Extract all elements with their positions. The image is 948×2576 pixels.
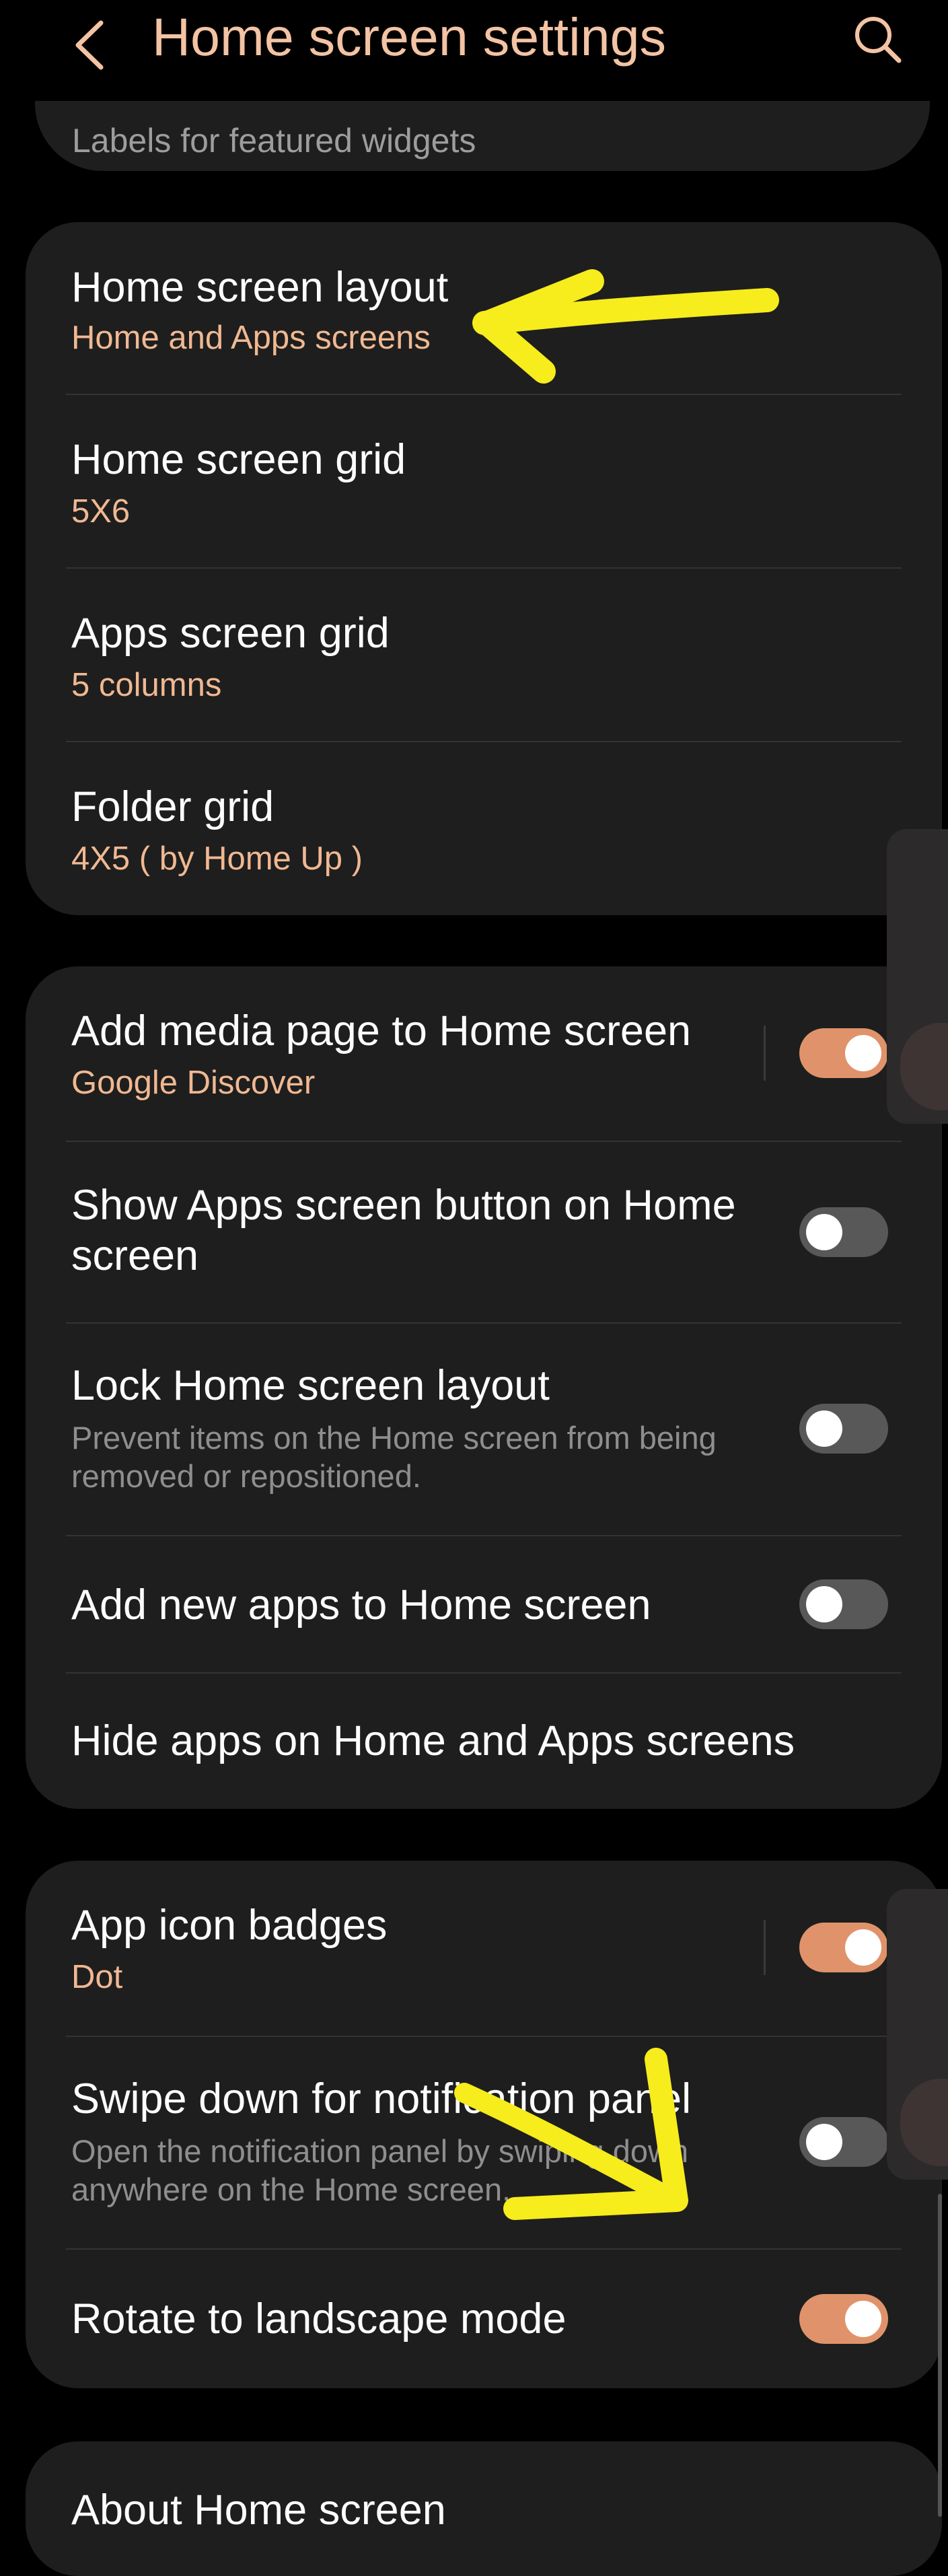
swipe-down-toggle[interactable]: [799, 2117, 888, 2167]
home-screen-grid-title: Home screen grid: [71, 436, 406, 483]
about-home-screen-item[interactable]: About Home screen: [26, 2441, 942, 2576]
chevron-left-icon: [75, 20, 104, 70]
toggle-knob: [845, 2301, 881, 2337]
app-icon-badges-toggle[interactable]: [799, 1923, 888, 1972]
search-icon: [855, 17, 902, 63]
scrollbar[interactable]: [938, 2194, 942, 2517]
apps-button-toggle[interactable]: [799, 1207, 888, 1257]
vertical-separator: [764, 1920, 766, 1975]
lock-layout-item[interactable]: Lock Home screen layout Prevent items on…: [26, 1324, 942, 1535]
toggle-knob: [806, 1586, 842, 1622]
toggle-knob: [806, 1214, 842, 1250]
swipe-down-description: Open the notification panel by swiping d…: [71, 2133, 689, 2207]
apps-button-item[interactable]: Show Apps screen button on Home screen: [26, 1142, 942, 1322]
edge-panel-handle[interactable]: [887, 829, 948, 1124]
about-card: About Home screen: [26, 2441, 942, 2576]
apps-screen-grid-item[interactable]: Apps screen grid 5 columns: [26, 569, 942, 741]
home-screen-layout-value: Home and Apps screens: [71, 320, 431, 356]
folder-grid-value: 4X5 ( by Home Up ): [71, 840, 363, 877]
rotate-landscape-toggle[interactable]: [799, 2294, 888, 2344]
apps-button-title-line1: Show Apps screen button on Home: [71, 1182, 736, 1229]
media-page-value: Google Discover: [71, 1065, 316, 1101]
rotate-landscape-item[interactable]: Rotate to landscape mode: [26, 2250, 942, 2388]
hide-apps-item[interactable]: Hide apps on Home and Apps screens: [26, 1674, 942, 1809]
layout-settings-card: Home screen layout Home and Apps screens…: [26, 222, 942, 915]
swipe-down-title: Swipe down for notification panel: [71, 2075, 692, 2122]
app-icon-badges-title: App icon badges: [71, 1902, 388, 1949]
app-icon-badges-item[interactable]: App icon badges Dot: [26, 1861, 942, 2036]
lock-layout-description: Prevent items on the Home screen from be…: [71, 1420, 717, 1494]
lock-layout-title: Lock Home screen layout: [71, 1362, 550, 1409]
add-new-apps-item[interactable]: Add new apps to Home screen: [26, 1536, 942, 1672]
swipe-down-item[interactable]: Swipe down for notification panel Open t…: [26, 2037, 942, 2248]
about-home-screen-title: About Home screen: [71, 2486, 446, 2534]
toggle-knob: [845, 1035, 881, 1071]
rotate-landscape-title: Rotate to landscape mode: [71, 2295, 567, 2342]
toggle-knob: [806, 1410, 842, 1447]
home-screen-layout-title: Home screen layout: [71, 264, 449, 311]
media-page-title: Add media page to Home screen: [71, 1007, 692, 1054]
search-button[interactable]: [848, 8, 908, 69]
home-screen-grid-value: 5X6: [71, 493, 131, 530]
misc-settings-card: App icon badges Dot Swipe down for notif…: [26, 1861, 942, 2388]
folder-grid-item[interactable]: Folder grid 4X5 ( by Home Up ): [26, 742, 942, 915]
home-screen-grid-item[interactable]: Home screen grid 5X6: [26, 395, 942, 567]
lock-layout-toggle[interactable]: [799, 1404, 888, 1454]
apps-button-title-line2: screen: [71, 1232, 199, 1279]
add-new-apps-title: Add new apps to Home screen: [71, 1581, 651, 1629]
app-icon-badges-value: Dot: [71, 1959, 123, 1995]
toggle-knob: [806, 2124, 842, 2160]
media-page-item[interactable]: Add media page to Home screen Google Dis…: [26, 966, 942, 1141]
media-page-toggle[interactable]: [799, 1028, 888, 1078]
featured-widgets-label[interactable]: Labels for featured widgets: [72, 121, 476, 160]
folder-grid-title: Folder grid: [71, 783, 275, 830]
options-settings-card: Add media page to Home screen Google Dis…: [26, 966, 942, 1809]
apps-screen-grid-value: 5 columns: [71, 667, 222, 703]
hide-apps-title: Hide apps on Home and Apps screens: [71, 1717, 795, 1764]
page-title: Home screen settings: [152, 7, 667, 67]
back-button[interactable]: [67, 8, 114, 75]
edge-panel-handle[interactable]: [887, 1889, 948, 2180]
app-header: Home screen settings: [0, 0, 948, 101]
vertical-separator: [764, 1026, 766, 1081]
home-screen-layout-item[interactable]: Home screen layout Home and Apps screens: [26, 222, 942, 394]
add-new-apps-toggle[interactable]: [799, 1579, 888, 1629]
toggle-knob: [845, 1929, 881, 1966]
apps-screen-grid-title: Apps screen grid: [71, 610, 390, 657]
